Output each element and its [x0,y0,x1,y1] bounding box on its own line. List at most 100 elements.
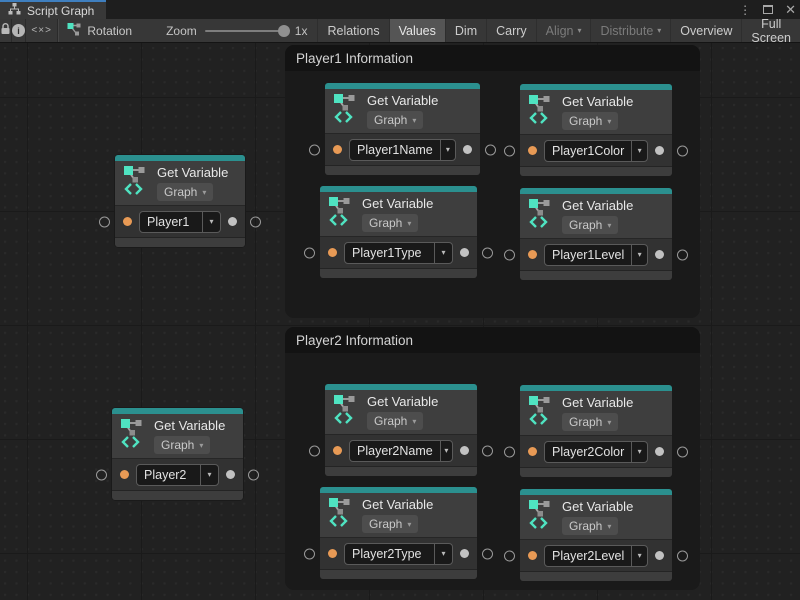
variable-scope-dropdown[interactable]: Graph ▾ [367,111,423,129]
value-output-port[interactable] [226,470,235,479]
input-connection-port[interactable] [99,216,110,227]
get-variable-node[interactable]: Get Variable Graph ▾ Player2Color ▾ [520,385,672,477]
output-connection-port[interactable] [250,216,261,227]
close-icon[interactable]: ✕ [785,3,796,16]
output-connection-port[interactable] [482,247,493,258]
variable-name-dropdown[interactable]: Player2Type ▾ [344,543,453,565]
input-connection-port[interactable] [504,550,515,561]
chevron-down-icon[interactable]: ▾ [631,442,647,462]
code-preview-button[interactable]: <×> [26,19,58,42]
variable-name-dropdown[interactable]: Player2Name ▾ [349,440,453,462]
tab-script-graph[interactable]: Script Graph [0,0,106,19]
graph-breadcrumb[interactable]: Rotation [58,19,142,42]
toolbar-button-values[interactable]: Values▾ [389,19,445,42]
output-connection-port[interactable] [677,446,688,457]
variable-input-port[interactable] [123,217,132,226]
variable-input-port[interactable] [528,146,537,155]
kebab-menu-icon[interactable]: ⋮ [739,3,751,17]
value-output-port[interactable] [655,551,664,560]
info-button[interactable]: i [12,19,26,42]
value-output-port[interactable] [228,217,237,226]
chevron-down-icon[interactable]: ▾ [440,140,455,160]
variable-scope-dropdown[interactable]: Graph ▾ [362,515,418,533]
variable-scope-dropdown[interactable]: Graph ▾ [562,216,618,234]
toolbar-button-distribute[interactable]: Distribute▾ [590,19,670,42]
get-variable-node[interactable]: Get Variable Graph ▾ Player1Type ▾ [320,186,477,278]
group-header[interactable]: Player2 Information [285,327,700,353]
get-variable-node[interactable]: Get Variable Graph ▾ Player2 ▾ [112,408,243,500]
variable-scope-dropdown[interactable]: Graph ▾ [562,517,618,535]
variable-name-dropdown[interactable]: Player1Color ▾ [544,140,648,162]
value-output-port[interactable] [460,549,469,558]
node-header[interactable]: Get Variable Graph ▾ [325,390,477,434]
output-connection-port[interactable] [677,249,688,260]
value-output-port[interactable] [460,248,469,257]
graph-canvas[interactable]: Player1 Information Player2 Information … [0,43,800,600]
get-variable-node[interactable]: Get Variable Graph ▾ Player1 ▾ [115,155,245,247]
value-output-port[interactable] [655,250,664,259]
variable-scope-dropdown[interactable]: Graph ▾ [362,214,418,232]
variable-input-port[interactable] [328,549,337,558]
group-header[interactable]: Player1 Information [285,45,700,71]
chevron-down-icon[interactable]: ▾ [631,546,647,566]
node-header[interactable]: Get Variable Graph ▾ [325,89,480,133]
chevron-down-icon[interactable]: ▾ [631,245,647,265]
toolbar-button-align[interactable]: Align▾ [536,19,591,42]
get-variable-node[interactable]: Get Variable Graph ▾ Player2Type ▾ [320,487,477,579]
variable-input-port[interactable] [120,470,129,479]
chevron-down-icon[interactable]: ▾ [434,544,452,564]
variable-scope-dropdown[interactable]: Graph ▾ [157,183,213,201]
node-header[interactable]: Get Variable Graph ▾ [115,161,245,205]
variable-name-dropdown[interactable]: Player2 ▾ [136,464,219,486]
chevron-down-icon[interactable]: ▾ [440,441,452,461]
variable-scope-dropdown[interactable]: Graph ▾ [367,412,423,430]
chevron-down-icon[interactable]: ▾ [202,212,220,232]
variable-name-dropdown[interactable]: Player1Type ▾ [344,242,453,264]
lock-button[interactable] [0,19,12,42]
get-variable-node[interactable]: Get Variable Graph ▾ Player1Color ▾ [520,84,672,176]
node-header[interactable]: Get Variable Graph ▾ [112,414,243,458]
get-variable-node[interactable]: Get Variable Graph ▾ Player1Level ▾ [520,188,672,280]
input-connection-port[interactable] [504,249,515,260]
chevron-down-icon[interactable]: ▾ [200,465,218,485]
chevron-down-icon[interactable]: ▾ [631,141,647,161]
input-connection-port[interactable] [504,145,515,156]
output-connection-port[interactable] [482,445,493,456]
toolbar-button-full-screen[interactable]: Full Screen▾ [741,19,800,42]
zoom-slider[interactable] [205,30,287,32]
variable-input-port[interactable] [333,145,342,154]
input-connection-port[interactable] [304,548,315,559]
zoom-slider-handle[interactable] [278,25,290,37]
toolbar-button-carry[interactable]: Carry▾ [486,19,536,42]
variable-input-port[interactable] [328,248,337,257]
variable-name-dropdown[interactable]: Player1Name ▾ [349,139,456,161]
node-header[interactable]: Get Variable Graph ▾ [520,90,672,134]
input-connection-port[interactable] [96,469,107,480]
input-connection-port[interactable] [504,446,515,457]
output-connection-port[interactable] [482,548,493,559]
output-connection-port[interactable] [677,145,688,156]
variable-scope-dropdown[interactable]: Graph ▾ [562,112,618,130]
input-connection-port[interactable] [309,144,320,155]
value-output-port[interactable] [655,146,664,155]
variable-input-port[interactable] [528,250,537,259]
toolbar-button-relations[interactable]: Relations▾ [317,19,388,42]
variable-input-port[interactable] [528,551,537,560]
toolbar-button-overview[interactable]: Overview▾ [670,19,741,42]
node-header[interactable]: Get Variable Graph ▾ [520,495,672,539]
get-variable-node[interactable]: Get Variable Graph ▾ Player2Name ▾ [325,384,477,476]
output-connection-port[interactable] [485,144,496,155]
variable-scope-dropdown[interactable]: Graph ▾ [562,413,618,431]
value-output-port[interactable] [463,145,472,154]
input-connection-port[interactable] [304,247,315,258]
variable-input-port[interactable] [528,447,537,456]
toolbar-button-dim[interactable]: Dim▾ [445,19,486,42]
node-header[interactable]: Get Variable Graph ▾ [320,493,477,537]
input-connection-port[interactable] [309,445,320,456]
value-output-port[interactable] [655,447,664,456]
variable-name-dropdown[interactable]: Player2Level ▾ [544,545,648,567]
chevron-down-icon[interactable]: ▾ [434,243,452,263]
node-header[interactable]: Get Variable Graph ▾ [320,192,477,236]
output-connection-port[interactable] [677,550,688,561]
node-header[interactable]: Get Variable Graph ▾ [520,194,672,238]
